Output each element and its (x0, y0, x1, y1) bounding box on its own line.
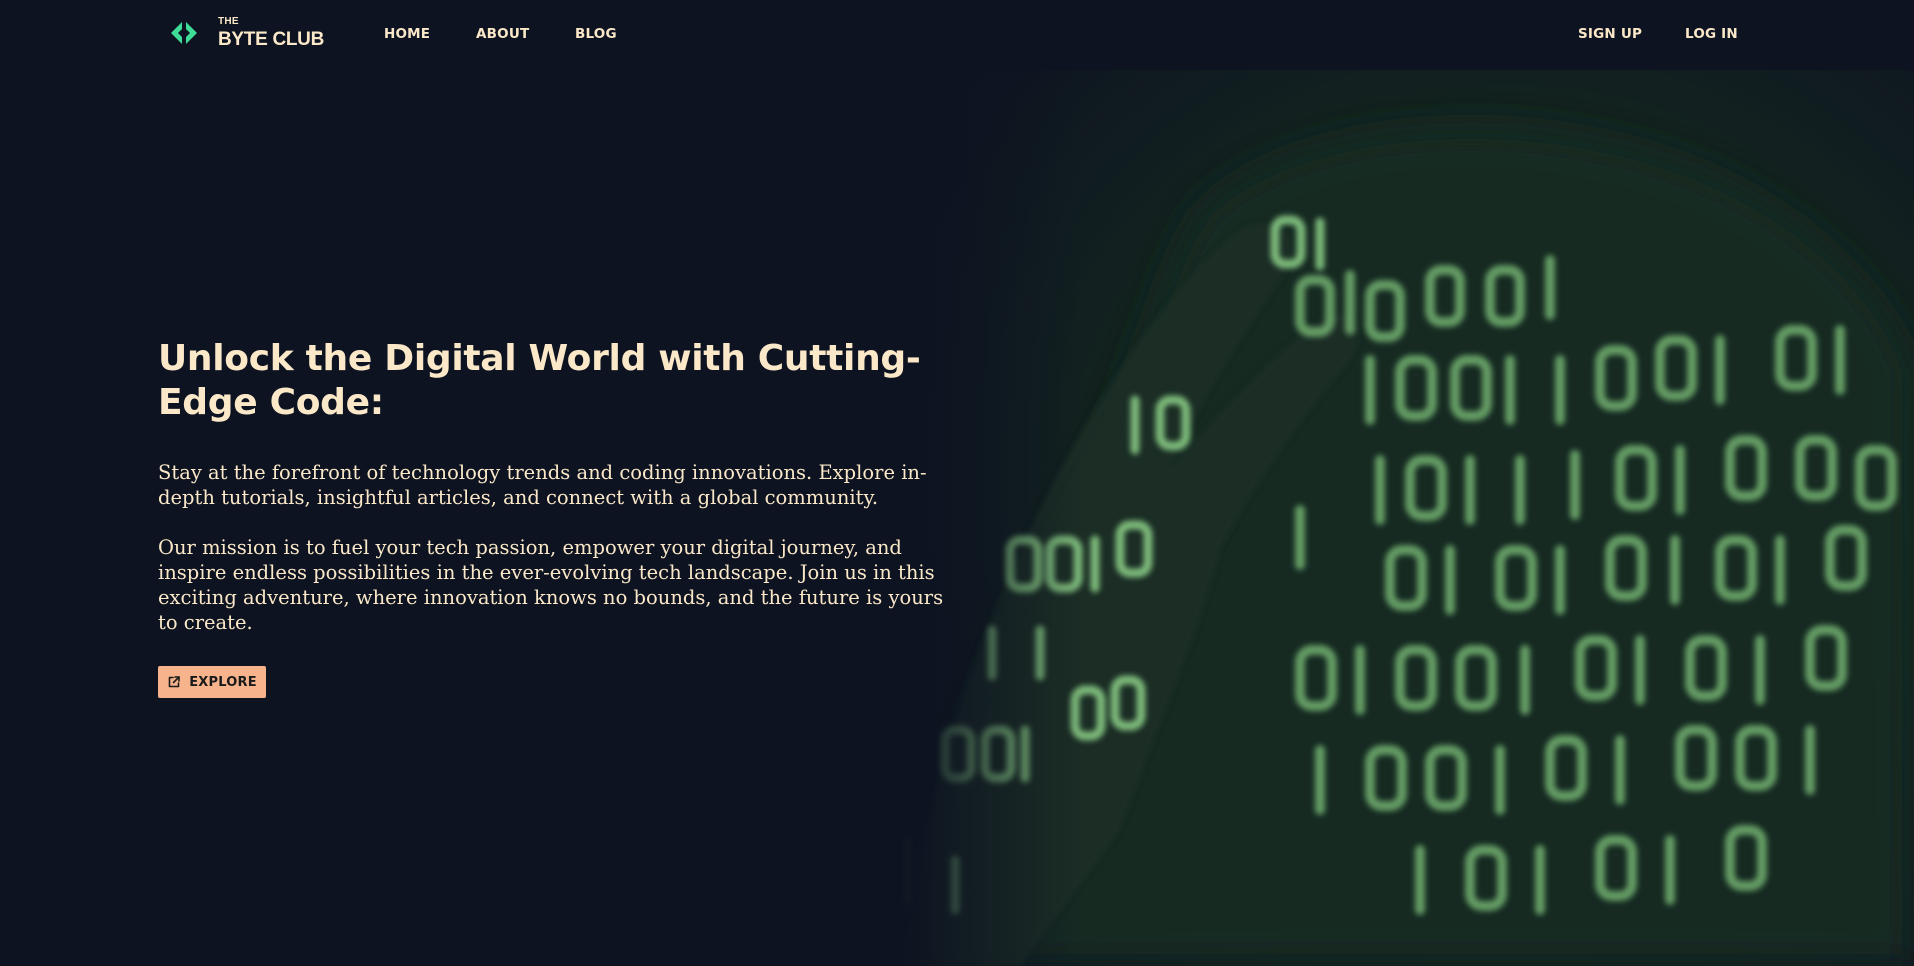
site-logo[interactable]: THE BYTE CLUB (168, 17, 324, 49)
sign-up-link[interactable]: SIGN UP (1578, 26, 1642, 42)
site-header: THE BYTE CLUB HOME ABOUT BLOG SIGN UP LO… (0, 0, 1914, 70)
hero-background-image (900, 70, 1914, 966)
nav-blog-link[interactable]: BLOG (575, 26, 617, 42)
logo-small-text: THE (218, 16, 239, 27)
logo-brand-name: BYTE CLUB (218, 29, 325, 50)
nav-home-link[interactable]: HOME (384, 26, 430, 42)
code-brackets-icon (171, 22, 197, 44)
hero-intro-paragraph: Stay at the forefront of technology tren… (158, 461, 927, 509)
nav-about-link[interactable]: ABOUT (476, 26, 529, 42)
logo-wordmark: THE BYTE CLUB (218, 16, 325, 50)
explore-button-label: EXPLORE (189, 674, 257, 690)
explore-button[interactable]: EXPLORE (158, 666, 266, 698)
hero-title: Unlock the Digital World with Cutting-Ed… (158, 338, 921, 423)
external-link-icon (168, 676, 181, 688)
log-in-link[interactable]: LOG IN (1685, 26, 1738, 42)
hero-mission-paragraph: Our mission is to fuel your tech passion… (158, 536, 944, 634)
